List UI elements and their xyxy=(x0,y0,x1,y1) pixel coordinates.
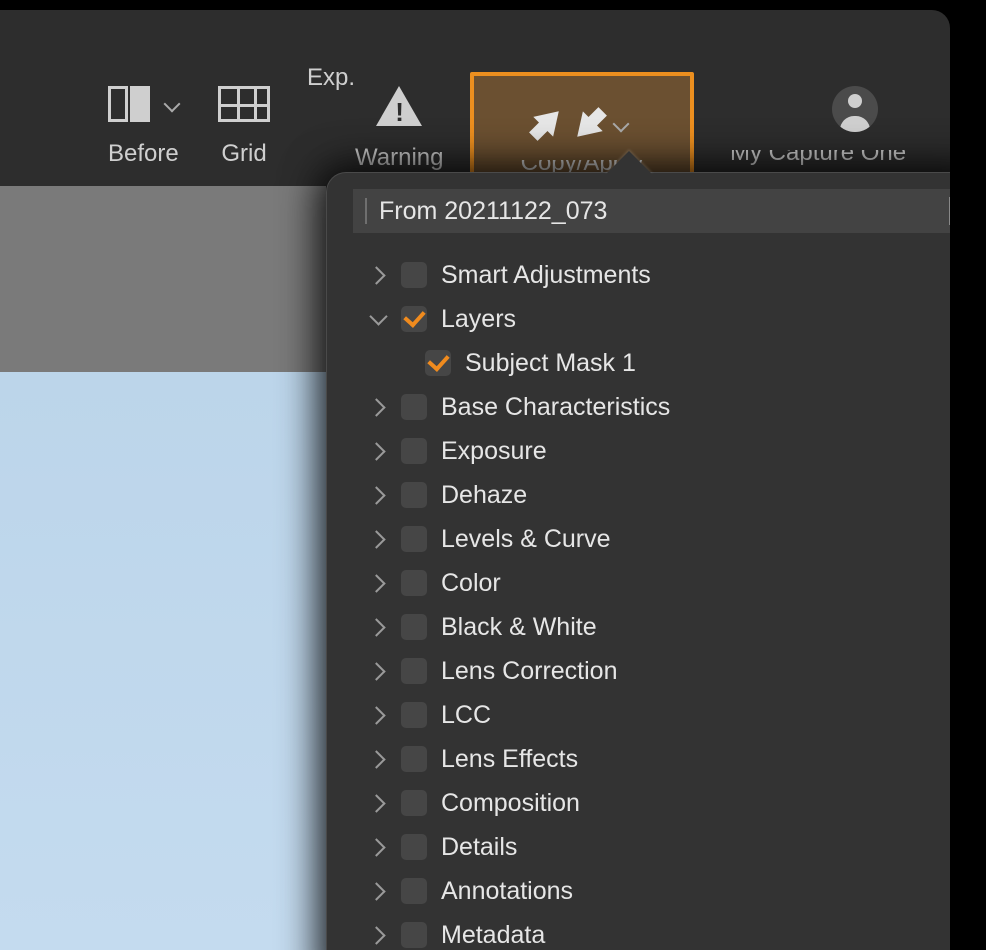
checkbox[interactable] xyxy=(425,350,451,376)
tree-item[interactable]: Levels & Curve xyxy=(369,517,950,561)
tree-item-label: Metadata xyxy=(441,921,545,950)
chevron-down-icon[interactable] xyxy=(615,118,627,130)
chevron-right-icon[interactable] xyxy=(369,618,387,636)
checkbox[interactable] xyxy=(401,702,427,728)
grid-tool[interactable]: Grid xyxy=(218,86,270,168)
tree-item[interactable]: Composition xyxy=(369,781,950,825)
clipboard-source-field[interactable]: From 20211122_073 xyxy=(353,189,950,233)
user-icon xyxy=(832,86,878,132)
checkbox[interactable] xyxy=(401,526,427,552)
viewer-header-strip xyxy=(0,186,326,372)
checkbox[interactable] xyxy=(401,878,427,904)
account-label: My Capture One xyxy=(730,150,950,168)
copy-apply-icon xyxy=(537,108,599,140)
chevron-down-icon[interactable] xyxy=(369,310,387,328)
app-window: Before Grid Exp. Warning Copy/Apply My C… xyxy=(0,10,950,950)
text-cursor xyxy=(949,197,950,225)
checkbox[interactable] xyxy=(401,658,427,684)
tree-item-label: Dehaze xyxy=(441,481,527,510)
tree-item-label: Base Characteristics xyxy=(441,393,670,422)
tree-item-label: Levels & Curve xyxy=(441,525,611,554)
tree-item[interactable]: Dehaze xyxy=(369,473,950,517)
adjustments-tree: Smart Adjustments Layers Subject Mask 1 Bas… xyxy=(353,247,950,950)
tree-item[interactable]: Lens Effects xyxy=(369,737,950,781)
chevron-right-icon[interactable] xyxy=(369,442,387,460)
image-canvas[interactable] xyxy=(0,372,326,950)
tree-item[interactable]: Exposure xyxy=(369,429,950,473)
tree-item[interactable]: Black & White xyxy=(369,605,950,649)
tree-item-label: LCC xyxy=(441,701,491,730)
toolbar: Before Grid Exp. Warning Copy/Apply My C… xyxy=(0,10,950,175)
before-after-tool[interactable]: Before xyxy=(108,86,179,168)
exposure-label: Exp. xyxy=(307,64,353,92)
chevron-right-icon[interactable] xyxy=(369,838,387,856)
tree-item-label: Exposure xyxy=(441,437,547,466)
checkbox[interactable] xyxy=(401,306,427,332)
tree-subitem-label: Subject Mask 1 xyxy=(465,349,636,378)
warning-icon xyxy=(376,86,422,126)
tree-item[interactable]: LCC xyxy=(369,693,950,737)
before-label: Before xyxy=(108,140,179,168)
exposure-warning-tool[interactable]: Warning xyxy=(355,86,443,172)
chevron-right-icon[interactable] xyxy=(369,926,387,944)
chevron-right-icon[interactable] xyxy=(369,750,387,768)
checkbox[interactable] xyxy=(401,262,427,288)
chevron-down-icon[interactable] xyxy=(166,98,178,110)
tree-item[interactable]: Smart Adjustments xyxy=(369,253,950,297)
account-button[interactable]: My Capture One xyxy=(730,86,950,168)
viewer-area xyxy=(0,186,326,950)
warning-label: Warning xyxy=(355,144,443,172)
tree-item-label: Black & White xyxy=(441,613,597,642)
chevron-right-icon[interactable] xyxy=(369,662,387,680)
tree-item[interactable]: Lens Correction xyxy=(369,649,950,693)
checkbox[interactable] xyxy=(401,438,427,464)
chevron-right-icon[interactable] xyxy=(369,398,387,416)
tree-item[interactable]: Color xyxy=(369,561,950,605)
checkbox[interactable] xyxy=(401,922,427,948)
grid-icon xyxy=(218,86,270,122)
checkbox[interactable] xyxy=(401,790,427,816)
tree-item[interactable]: Layers xyxy=(369,297,950,341)
tree-subitem[interactable]: Subject Mask 1 xyxy=(369,341,950,385)
tree-item[interactable]: Details xyxy=(369,825,950,869)
checkbox[interactable] xyxy=(401,746,427,772)
chevron-right-icon[interactable] xyxy=(369,530,387,548)
compare-icon xyxy=(108,86,156,122)
tree-item-label: Composition xyxy=(441,789,580,818)
copy-apply-popover: From 20211122_073 Smart Adjustments Layer… xyxy=(326,172,950,950)
tree-item-label: Lens Effects xyxy=(441,745,578,774)
tree-item[interactable]: Base Characteristics xyxy=(369,385,950,429)
tree-item[interactable]: Annotations xyxy=(369,869,950,913)
chevron-right-icon[interactable] xyxy=(369,266,387,284)
chevron-right-icon[interactable] xyxy=(369,794,387,812)
checkbox[interactable] xyxy=(401,614,427,640)
tree-item-label: Smart Adjustments xyxy=(441,261,651,290)
chevron-right-icon[interactable] xyxy=(369,574,387,592)
tree-item-label: Layers xyxy=(441,305,516,334)
checkbox[interactable] xyxy=(401,482,427,508)
clipboard-source-text: From 20211122_073 xyxy=(379,197,949,226)
tree-item-label: Annotations xyxy=(441,877,573,906)
tree-item-label: Color xyxy=(441,569,501,598)
tree-item[interactable]: Metadata xyxy=(369,913,950,950)
tree-item-label: Details xyxy=(441,833,517,862)
field-divider xyxy=(365,198,367,224)
checkbox[interactable] xyxy=(401,834,427,860)
grid-label: Grid xyxy=(221,140,266,168)
chevron-right-icon[interactable] xyxy=(369,882,387,900)
checkbox[interactable] xyxy=(401,394,427,420)
chevron-right-icon[interactable] xyxy=(369,486,387,504)
tree-item-label: Lens Correction xyxy=(441,657,617,686)
chevron-right-icon[interactable] xyxy=(369,706,387,724)
checkbox[interactable] xyxy=(401,570,427,596)
